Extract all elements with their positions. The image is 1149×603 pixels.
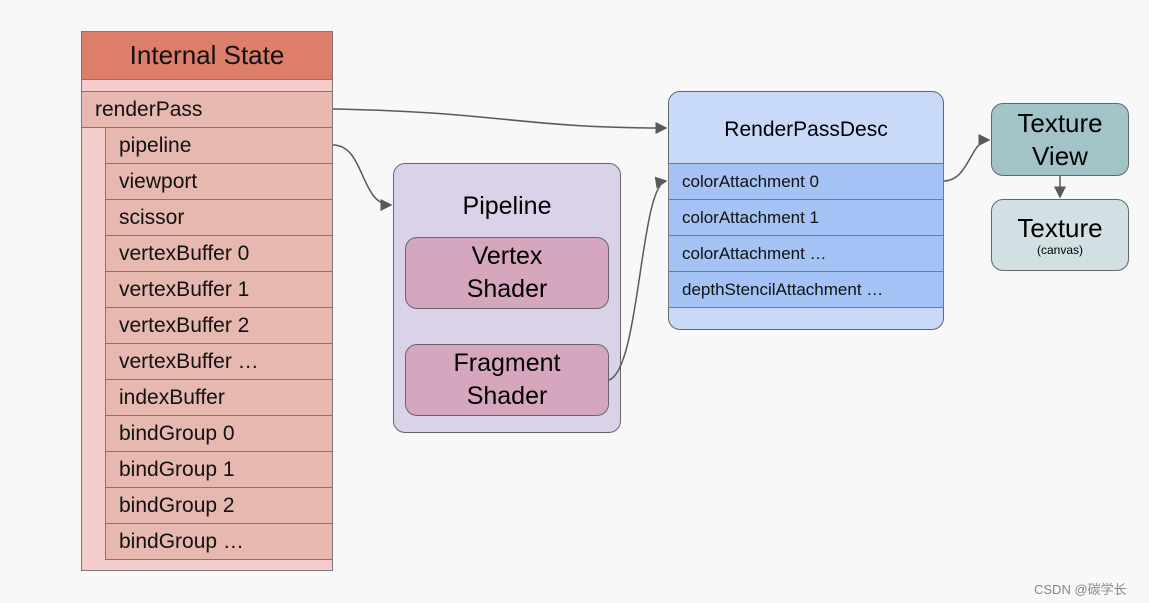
arrow-color0-to-textureview [943,134,991,182]
arrow-pipeline-to-pipelinebox [332,144,393,211]
connector-arrows [332,108,1066,381]
watermark: CSDN @碳学长 [1034,582,1127,597]
diagram: Internal State renderPass pipeline viewpo… [0,0,1149,603]
arrow-fragment-to-colorattachment [608,176,668,381]
arrow-renderpass-to-desc [332,108,668,134]
